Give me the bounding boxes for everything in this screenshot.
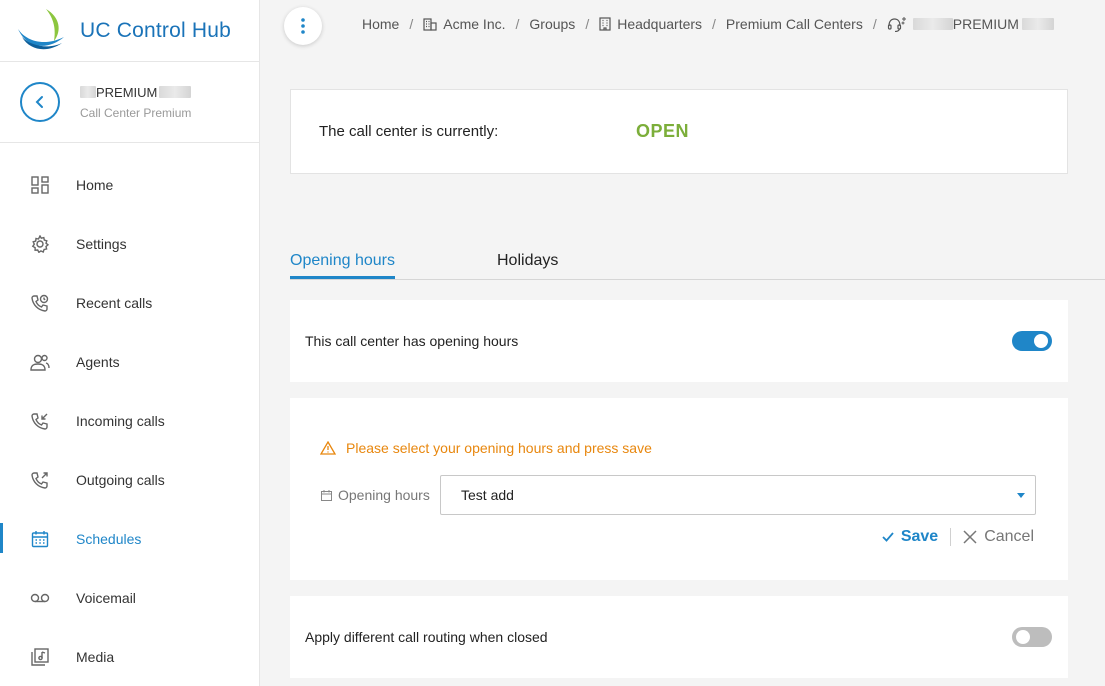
save-button[interactable]: Save [882, 528, 938, 546]
breadcrumb-separator: / [585, 16, 590, 32]
sidebar-item-label: Agents [76, 353, 120, 370]
sidebar-item-label: Incoming calls [76, 412, 165, 429]
sidebar-item-label: Media [76, 648, 115, 665]
status-badge: OPEN [636, 121, 690, 141]
sidebar-item-voicemail[interactable]: Voicemail [0, 568, 259, 627]
sidebar-item-schedules[interactable]: Schedules [0, 509, 259, 568]
phone-incoming-icon [30, 411, 50, 431]
close-icon [963, 530, 977, 544]
breadcrumb-company[interactable]: Acme Inc. [423, 16, 506, 32]
action-divider [950, 528, 952, 546]
sidebar-item-label: Recent calls [76, 294, 153, 311]
breadcrumb-group[interactable]: Headquarters [599, 16, 702, 32]
redacted-text [1021, 18, 1054, 30]
closed-routing-toggle-card: Apply different call routing when closed [290, 596, 1068, 678]
headset-plus-icon [887, 17, 906, 32]
breadcrumb-separator: / [409, 16, 414, 32]
breadcrumb-group-label: Headquarters [617, 16, 703, 32]
sidebar-item-label: Voicemail [76, 589, 136, 606]
status-card: The call center is currently: OPEN [290, 89, 1068, 174]
sidebar-item-label: Home [76, 176, 114, 193]
office-building-icon [599, 17, 611, 31]
redacted-text [912, 18, 953, 30]
sidebar: UC Control Hub PREMIUM Call Center Premi… [0, 0, 260, 686]
form-actions: Save Cancel [882, 528, 1034, 546]
breadcrumb: Home / Acme Inc. / Groups / Headquarters… [362, 16, 1054, 32]
breadcrumb-separator: / [712, 16, 716, 32]
calendar-icon [321, 489, 332, 501]
dashboard-icon [30, 175, 50, 195]
voicemail-icon [30, 588, 50, 608]
tab-opening-hours[interactable]: Opening hours [290, 252, 395, 279]
gear-icon [30, 234, 50, 254]
sidebar-item-label: Settings [76, 235, 127, 252]
breadcrumb-current-label: PREMIUM [952, 16, 1019, 32]
agents-icon [30, 352, 50, 372]
opening-hours-toggle[interactable] [1012, 331, 1052, 351]
warning-message: Please select your opening hours and pre… [320, 440, 652, 456]
sidebar-item-settings[interactable]: Settings [0, 214, 259, 273]
sidebar-item-label: Outgoing calls [76, 471, 165, 488]
breadcrumb-separator: / [872, 16, 877, 32]
sidebar-nav: Home Settings Recent calls Agents Incomi… [0, 155, 259, 686]
toggle-knob [1034, 334, 1048, 348]
kebab-menu-icon [301, 18, 305, 34]
building-icon [423, 17, 437, 31]
context-header: PREMIUM Call Center Premium [0, 62, 259, 143]
warning-icon [320, 441, 336, 455]
cancel-button[interactable]: Cancel [963, 528, 1034, 546]
media-icon [30, 647, 50, 667]
breadcrumb-groups[interactable]: Groups [529, 16, 575, 32]
closed-routing-toggle-label: Apply different call routing when closed [305, 629, 548, 645]
opening-hours-toggle-card: This call center has opening hours [290, 300, 1068, 382]
breadcrumb-company-label: Acme Inc. [443, 16, 506, 32]
breadcrumb-current: PREMIUM [887, 16, 1054, 32]
opening-hours-select[interactable]: Test add [440, 475, 1036, 515]
phone-history-icon [30, 293, 50, 313]
closed-routing-toggle[interactable] [1012, 627, 1052, 647]
redacted-text [159, 86, 192, 98]
cancel-label: Cancel [984, 528, 1034, 545]
save-label: Save [900, 528, 939, 545]
opening-hours-toggle-label: This call center has opening hours [305, 333, 519, 349]
sidebar-item-label: Schedules [76, 530, 142, 547]
more-menu-button[interactable] [284, 7, 322, 45]
schedule-tabs: Opening hours Holidays [290, 252, 1105, 280]
sidebar-item-home[interactable]: Home [0, 155, 259, 214]
back-button[interactable] [20, 82, 60, 122]
calendar-icon [30, 529, 50, 549]
phone-outgoing-icon [30, 470, 50, 490]
chevron-left-icon [35, 96, 43, 108]
redacted-text [80, 86, 96, 98]
sidebar-item-media[interactable]: Media [0, 627, 259, 686]
breadcrumb-separator: / [515, 16, 520, 32]
warning-text: Please select your opening hours and pre… [346, 440, 652, 456]
context-title-text: PREMIUM [96, 84, 158, 100]
tab-holidays[interactable]: Holidays [497, 252, 558, 276]
sidebar-item-recent-calls[interactable]: Recent calls [0, 273, 259, 332]
app-title: UC Control Hub [80, 18, 232, 42]
sidebar-item-incoming-calls[interactable]: Incoming calls [0, 391, 259, 450]
opening-hours-field-label-text: Opening hours [338, 487, 430, 503]
sidebar-item-agents[interactable]: Agents [0, 332, 259, 391]
opening-hours-select-value: Test add [461, 487, 514, 503]
sidebar-item-outgoing-calls[interactable]: Outgoing calls [0, 450, 259, 509]
check-icon [882, 532, 894, 542]
context-subtitle: Call Center Premium [80, 105, 192, 120]
opening-hours-field-label: Opening hours [321, 487, 430, 503]
toggle-knob [1016, 630, 1030, 644]
logo-icon [18, 8, 64, 49]
caret-down-icon [1017, 493, 1025, 498]
breadcrumb-home[interactable]: Home [362, 16, 399, 32]
context-title: PREMIUM [80, 84, 192, 100]
logo[interactable]: UC Control Hub [0, 0, 259, 62]
opening-hours-form-card: Please select your opening hours and pre… [290, 398, 1068, 580]
breadcrumb-section[interactable]: Premium Call Centers [726, 16, 863, 32]
status-label: The call center is currently: [319, 123, 499, 140]
